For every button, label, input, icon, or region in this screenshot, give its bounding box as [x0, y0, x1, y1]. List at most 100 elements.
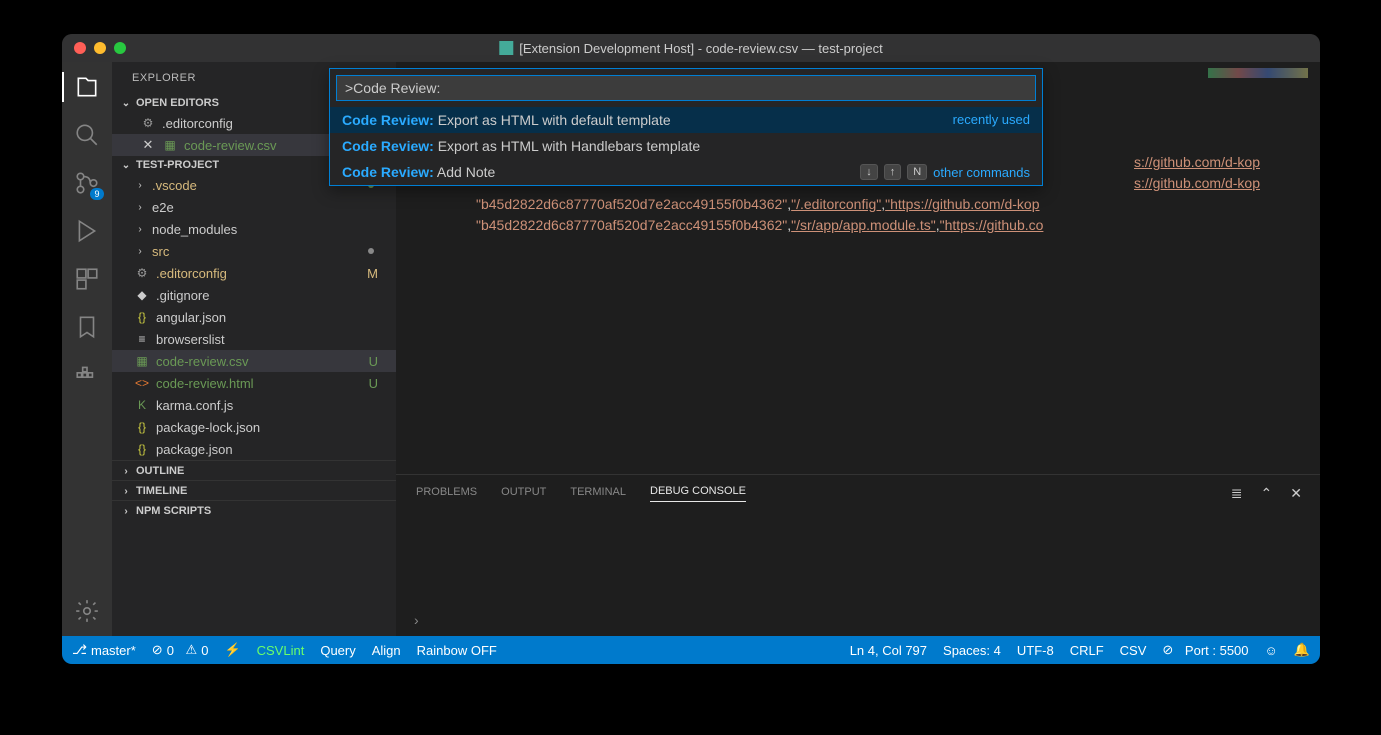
search-icon[interactable]	[74, 122, 100, 148]
tree-file[interactable]: ≡browserslist	[112, 328, 396, 350]
statusbar: ⎇master* ⊘0 ⚠0 ⚡ CSVLint Query Align Rai…	[62, 636, 1320, 664]
warning-icon: ⚠	[186, 642, 198, 658]
tree-file[interactable]: {}angular.json	[112, 306, 396, 328]
scm-badge: 9	[90, 188, 104, 200]
extensions-icon[interactable]	[74, 266, 100, 292]
tree-file[interactable]: {}package-lock.json	[112, 416, 396, 438]
tab-terminal[interactable]: TERMINAL	[570, 486, 626, 502]
command-item[interactable]: Code Review: Add Note ↓ ↑ N other comman…	[330, 159, 1042, 185]
maximize-window-button[interactable]	[114, 42, 126, 54]
untracked-badge: U	[369, 376, 378, 391]
rainbow-toggle[interactable]: Rainbow OFF	[417, 643, 497, 658]
encoding[interactable]: UTF-8	[1017, 643, 1054, 658]
key-up: ↓	[860, 164, 878, 180]
chevron-right-icon: ›	[120, 486, 132, 497]
json-icon: {}	[134, 309, 150, 325]
command-palette: Code Review: Export as HTML with default…	[329, 68, 1043, 186]
title-text: [Extension Development Host] - code-revi…	[519, 41, 882, 56]
json-icon: {}	[134, 419, 150, 435]
file-icon: ≡	[134, 331, 150, 347]
eol[interactable]: CRLF	[1070, 643, 1104, 658]
git-branch[interactable]: ⎇master*	[72, 642, 136, 658]
docker-icon[interactable]	[74, 362, 100, 388]
chevron-right-icon: ›	[120, 466, 132, 477]
language-mode[interactable]: CSV	[1120, 643, 1147, 658]
filter-icon[interactable]: ≣	[1231, 485, 1243, 502]
bell-icon[interactable]: 🔔	[1294, 642, 1310, 658]
settings-icon[interactable]	[74, 598, 100, 624]
explorer-icon[interactable]	[74, 74, 100, 100]
query-button[interactable]: Query	[320, 643, 355, 658]
close-panel-icon[interactable]: ✕	[1290, 485, 1302, 502]
recently-used-hint: recently used	[953, 112, 1030, 128]
branch-icon: ⎇	[72, 642, 87, 658]
indentation[interactable]: Spaces: 4	[943, 643, 1001, 658]
tree-file[interactable]: Kkarma.conf.js	[112, 394, 396, 416]
tab-output[interactable]: OUTPUT	[501, 486, 546, 502]
tab-problems[interactable]: PROBLEMS	[416, 486, 477, 502]
tree-file[interactable]: ▦code-review.csvU	[112, 350, 396, 372]
errors-warnings[interactable]: ⊘0 ⚠0	[152, 642, 209, 658]
chevron-right-icon: ›	[134, 224, 146, 235]
tab-debug-console[interactable]: DEBUG CONSOLE	[650, 485, 746, 502]
cursor-position[interactable]: Ln 4, Col 797	[850, 643, 927, 658]
code-line: s://github.com/d-kop	[1134, 152, 1260, 173]
chevron-right-icon: ›	[120, 506, 132, 517]
minimap[interactable]	[1208, 68, 1308, 78]
file-icon	[499, 41, 513, 55]
live-server-icon[interactable]: ⚡	[224, 642, 240, 658]
npm-scripts-section[interactable]: ›NPM SCRIPTS	[112, 500, 396, 520]
close-window-button[interactable]	[74, 42, 86, 54]
untracked-badge: U	[369, 354, 378, 369]
tree-folder[interactable]: ›src	[112, 240, 396, 262]
broadcast-icon: ⊘	[1162, 642, 1173, 658]
debug-prompt[interactable]: ›	[414, 612, 419, 628]
panel-tabs: PROBLEMS OUTPUT TERMINAL DEBUG CONSOLE	[396, 475, 1320, 512]
chevron-right-icon: ›	[134, 246, 146, 257]
tree-folder[interactable]: ›node_modules	[112, 218, 396, 240]
gear-icon: ⚙	[134, 265, 150, 281]
chevron-right-icon: ›	[134, 180, 146, 191]
chevron-up-icon[interactable]: ⌃	[1261, 485, 1273, 502]
chevron-down-icon: ⌄	[120, 160, 132, 171]
align-button[interactable]: Align	[372, 643, 401, 658]
modified-dot-icon	[368, 248, 374, 254]
bookmarks-icon[interactable]	[74, 314, 100, 340]
traffic-lights	[62, 42, 126, 54]
file-label: code-review.csv	[184, 138, 276, 153]
debug-icon[interactable]	[74, 218, 100, 244]
csv-icon: ▦	[162, 137, 178, 153]
outline-section[interactable]: ›OUTLINE	[112, 460, 396, 480]
tree-file[interactable]: ⚙.editorconfigM	[112, 262, 396, 284]
feedback-icon[interactable]: ☺	[1265, 643, 1278, 658]
tree-file[interactable]: ◆.gitignore	[112, 284, 396, 306]
code-line: 4 "b45d2822d6c87770af520d7e2acc49155f0b4…	[476, 194, 1180, 215]
command-input[interactable]	[336, 75, 1036, 101]
gear-icon: ⚙	[140, 115, 156, 131]
json-icon: {}	[134, 441, 150, 457]
key-down: ↑	[884, 164, 902, 180]
key-n: N	[907, 164, 927, 180]
titlebar: [Extension Development Host] - code-revi…	[62, 34, 1320, 62]
csvlint-status[interactable]: CSVLint	[257, 643, 305, 658]
csv-icon: ▦	[134, 353, 150, 369]
modified-badge: M	[367, 266, 378, 281]
file-icon: ◆	[134, 287, 150, 303]
command-item[interactable]: Code Review: Export as HTML with default…	[330, 107, 1042, 133]
tree-file[interactable]: {}package.json	[112, 438, 396, 460]
activity-bar: 9	[62, 62, 112, 636]
timeline-section[interactable]: ›TIMELINE	[112, 480, 396, 500]
tree-folder[interactable]: ›e2e	[112, 196, 396, 218]
bottom-panel: PROBLEMS OUTPUT TERMINAL DEBUG CONSOLE ≣…	[396, 474, 1320, 636]
close-icon[interactable]: ✕	[140, 137, 156, 153]
command-hints: ↓ ↑ N other commands	[860, 164, 1030, 180]
error-icon: ⊘	[152, 642, 163, 658]
tree-file[interactable]: <>code-review.htmlU	[112, 372, 396, 394]
panel-actions: ≣ ⌃ ✕	[1231, 485, 1302, 502]
code-line: s://github.com/d-kop	[1134, 173, 1260, 194]
command-item[interactable]: Code Review: Export as HTML with Handleb…	[330, 133, 1042, 159]
file-label: .editorconfig	[162, 116, 233, 131]
scm-icon[interactable]: 9	[74, 170, 100, 196]
live-server-port[interactable]: ⊘ Port : 5500	[1162, 642, 1248, 658]
minimize-window-button[interactable]	[94, 42, 106, 54]
